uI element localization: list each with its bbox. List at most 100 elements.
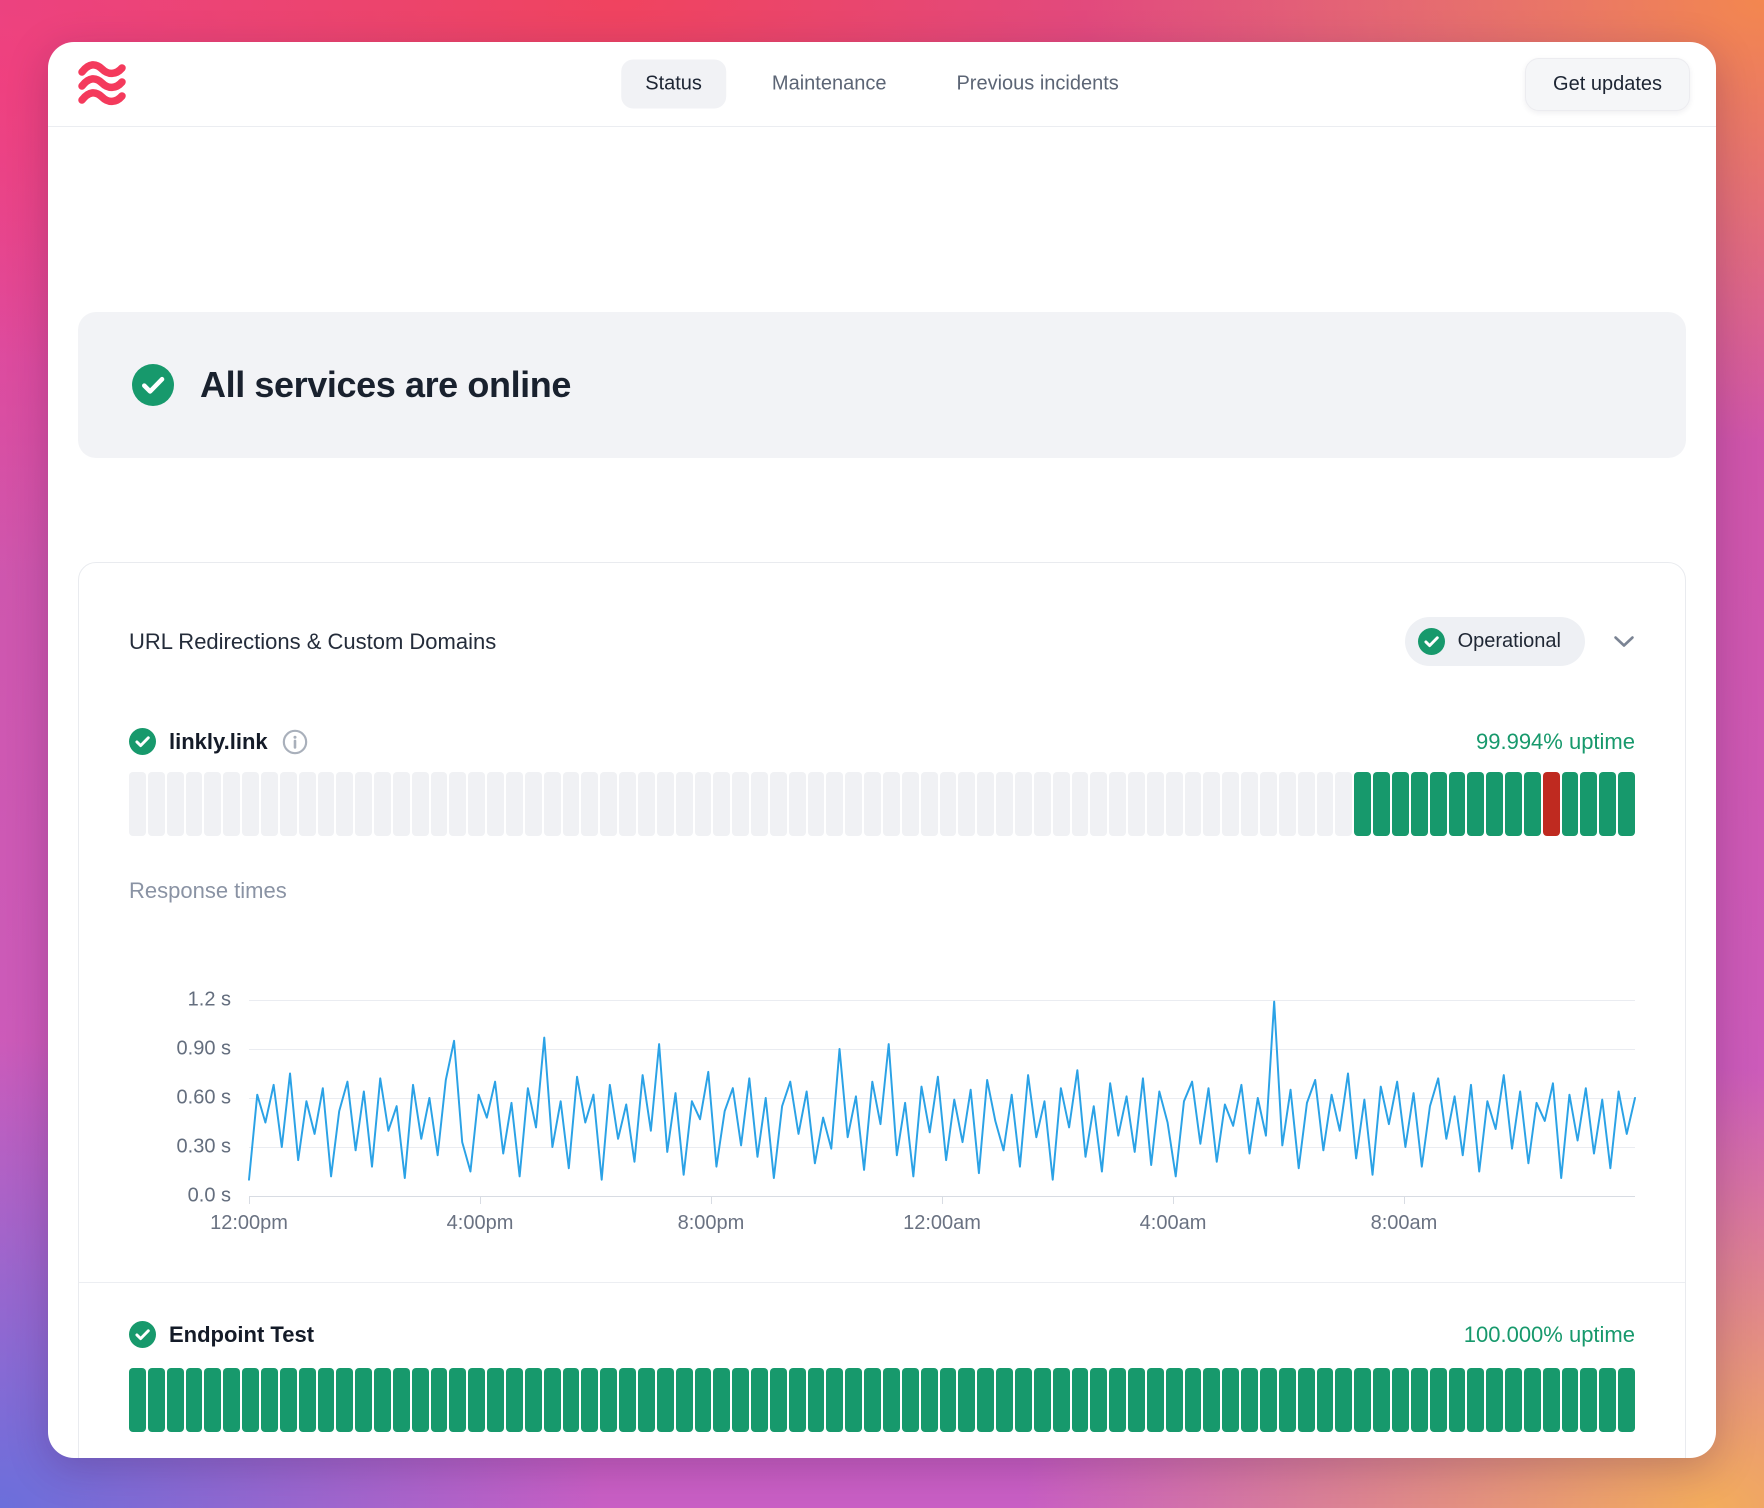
uptime-bar bbox=[1543, 772, 1560, 836]
uptime-bar bbox=[676, 1368, 693, 1432]
response-times-label: Response times bbox=[129, 878, 1635, 904]
uptime-bar bbox=[487, 1368, 504, 1432]
uptime-bar bbox=[1109, 772, 1126, 836]
chevron-down-icon[interactable] bbox=[1613, 635, 1635, 648]
x-tick-label: 8:00am bbox=[1371, 1212, 1438, 1235]
uptime-bar bbox=[1147, 1368, 1164, 1432]
uptime-bar bbox=[468, 1368, 485, 1432]
uptime-bar bbox=[1580, 772, 1597, 836]
uptime-bar bbox=[695, 772, 712, 836]
uptime-bar bbox=[1411, 772, 1428, 836]
uptime-bar bbox=[544, 1368, 561, 1432]
uptime-bar bbox=[808, 1368, 825, 1432]
uptime-bar bbox=[770, 772, 787, 836]
uptime-bar bbox=[487, 772, 504, 836]
uptime-bar-row[interactable] bbox=[129, 1368, 1635, 1432]
uptime-bar bbox=[940, 772, 957, 836]
uptime-bar bbox=[1524, 1368, 1541, 1432]
uptime-bar bbox=[921, 772, 938, 836]
uptime-percentage: 99.994% uptime bbox=[1476, 729, 1635, 755]
uptime-bar bbox=[864, 772, 881, 836]
uptime-bar bbox=[996, 1368, 1013, 1432]
uptime-bar bbox=[506, 772, 523, 836]
uptime-bar bbox=[355, 1368, 372, 1432]
uptime-bar bbox=[1241, 1368, 1258, 1432]
service-group-card: URL Redirections & Custom Domains Operat… bbox=[78, 562, 1686, 1458]
uptime-bar bbox=[186, 772, 203, 836]
uptime-bar bbox=[732, 1368, 749, 1432]
uptime-bar bbox=[1354, 772, 1371, 836]
uptime-bar bbox=[789, 1368, 806, 1432]
uptime-bar bbox=[280, 772, 297, 836]
uptime-bar bbox=[845, 1368, 862, 1432]
status-badge-label: Operational bbox=[1458, 630, 1561, 653]
uptime-bar bbox=[1128, 1368, 1145, 1432]
uptime-bar bbox=[1449, 772, 1466, 836]
service-row-endpoint-test: Endpoint Test 100.000% uptime bbox=[129, 1321, 1635, 1348]
operational-status-badge[interactable]: Operational bbox=[1405, 617, 1585, 666]
uptime-bar bbox=[638, 772, 655, 836]
uptime-bar bbox=[1505, 772, 1522, 836]
service-row-linkly-link: linkly.link 99.994% uptime bbox=[129, 728, 1635, 755]
uptime-bar bbox=[996, 772, 1013, 836]
uptime-bar bbox=[751, 772, 768, 836]
uptime-bar bbox=[581, 1368, 598, 1432]
uptime-bar bbox=[393, 1368, 410, 1432]
uptime-bar bbox=[1279, 772, 1296, 836]
uptime-bar bbox=[374, 772, 391, 836]
uptime-bar bbox=[148, 772, 165, 836]
uptime-bar bbox=[789, 772, 806, 836]
check-circle-icon bbox=[129, 728, 156, 755]
y-tick-label: 0.90 s bbox=[177, 1038, 231, 1061]
tab-status[interactable]: Status bbox=[621, 60, 726, 109]
uptime-bar bbox=[129, 1368, 146, 1432]
info-icon[interactable] bbox=[282, 729, 308, 755]
uptime-bar bbox=[1166, 1368, 1183, 1432]
uptime-bar bbox=[1166, 772, 1183, 836]
all-services-banner: All services are online bbox=[78, 312, 1686, 458]
uptime-bar bbox=[600, 1368, 617, 1432]
uptime-bar bbox=[958, 1368, 975, 1432]
uptime-bar bbox=[1015, 1368, 1032, 1432]
uptime-bar bbox=[1279, 1368, 1296, 1432]
uptime-bar bbox=[1467, 1368, 1484, 1432]
uptime-bar bbox=[129, 772, 146, 836]
uptime-bar bbox=[242, 772, 259, 836]
uptime-bar bbox=[1580, 1368, 1597, 1432]
uptime-bar bbox=[977, 772, 994, 836]
x-tick-label: 4:00pm bbox=[447, 1212, 514, 1235]
main-nav: Status Maintenance Previous incidents bbox=[621, 60, 1143, 109]
uptime-bar bbox=[1072, 1368, 1089, 1432]
uptime-bar bbox=[1486, 1368, 1503, 1432]
uptime-bar bbox=[883, 772, 900, 836]
service-name: linkly.link bbox=[169, 729, 268, 755]
uptime-bar bbox=[1298, 772, 1315, 836]
uptime-bar bbox=[619, 772, 636, 836]
uptime-bar bbox=[1467, 772, 1484, 836]
uptime-bar bbox=[1034, 772, 1051, 836]
uptime-bar bbox=[826, 1368, 843, 1432]
uptime-bar bbox=[713, 1368, 730, 1432]
uptime-bar bbox=[940, 1368, 957, 1432]
uptime-bar bbox=[1618, 772, 1635, 836]
section-divider bbox=[79, 1282, 1685, 1283]
uptime-bar bbox=[1562, 772, 1579, 836]
x-tick-label: 8:00pm bbox=[678, 1212, 745, 1235]
tab-maintenance[interactable]: Maintenance bbox=[748, 60, 911, 109]
uptime-bar bbox=[563, 772, 580, 836]
x-tick-label: 4:00am bbox=[1140, 1212, 1207, 1235]
uptime-bar bbox=[1430, 1368, 1447, 1432]
uptime-bar-row[interactable] bbox=[129, 772, 1635, 836]
uptime-bar bbox=[449, 772, 466, 836]
uptime-bar bbox=[167, 1368, 184, 1432]
banner-text: All services are online bbox=[200, 364, 571, 406]
uptime-bar bbox=[1317, 1368, 1334, 1432]
uptime-bar bbox=[1392, 1368, 1409, 1432]
get-updates-button[interactable]: Get updates bbox=[1525, 58, 1690, 111]
uptime-bar bbox=[1524, 772, 1541, 836]
tab-previous-incidents[interactable]: Previous incidents bbox=[932, 60, 1142, 109]
uptime-bar bbox=[299, 772, 316, 836]
uptime-bar bbox=[1260, 1368, 1277, 1432]
uptime-bar bbox=[958, 772, 975, 836]
uptime-bar bbox=[148, 1368, 165, 1432]
